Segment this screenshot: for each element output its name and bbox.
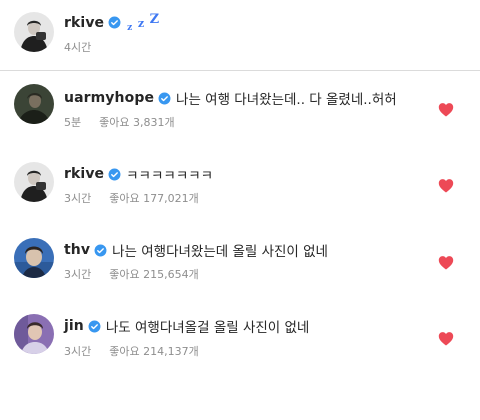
comment-time: 3시간 [64, 345, 92, 358]
comment-text: 나는 여행 다녀왔는데.. 다 올렸네..허허 [176, 92, 397, 108]
comment-username[interactable]: rkive [64, 166, 104, 182]
comment-time: 5분 [64, 116, 82, 129]
divider [0, 70, 480, 71]
comment-time: 3시간 [64, 268, 92, 281]
verified-badge-icon [94, 244, 107, 257]
verified-badge-icon [108, 16, 121, 29]
post-username[interactable]: rkive [64, 15, 104, 31]
verified-badge-icon [88, 320, 101, 333]
avatar-rkive[interactable] [14, 162, 54, 202]
comment-text: 나는 여행다녀왔는데 올릴 사진이 없네 [112, 244, 328, 260]
zzz-letter: z [137, 17, 145, 30]
heart-icon[interactable] [438, 331, 454, 346]
post-caption: rkive z z Z 4시간 [0, 0, 480, 70]
comment-time: 3시간 [64, 192, 92, 205]
comment-text: ㅋㅋㅋㅋㅋㅋㅋ [126, 168, 214, 184]
verified-badge-icon [158, 92, 171, 105]
zzz-letter: z [127, 23, 133, 33]
avatar-jin[interactable] [14, 314, 54, 354]
comment-username[interactable]: uarmyhope [64, 90, 154, 106]
verified-badge-icon [108, 168, 121, 181]
heart-icon[interactable] [438, 102, 454, 117]
comment-likes-count[interactable]: 좋아요 177,021개 [109, 190, 198, 206]
heart-icon[interactable] [438, 178, 454, 193]
avatar-rkive[interactable] [14, 12, 54, 52]
comment-text: 나도 여행다녀올걸 올릴 사진이 없네 [105, 320, 310, 336]
comment-username[interactable]: jin [64, 318, 84, 334]
post-time: 4시간 [64, 41, 92, 54]
heart-icon[interactable] [438, 255, 454, 270]
comment-likes-count[interactable]: 좋아요 215,654개 [109, 266, 198, 282]
comment-likes-count[interactable]: 좋아요 3,831개 [99, 114, 174, 130]
comment-likes-count[interactable]: 좋아요 214,137개 [109, 343, 198, 359]
avatar-uarmyhope[interactable] [14, 84, 54, 124]
zzz-letter: Z [149, 12, 160, 27]
sleep-zzz-emoji: z z Z [127, 12, 159, 33]
comment-username[interactable]: thv [64, 242, 90, 258]
avatar-thv[interactable] [14, 238, 54, 278]
